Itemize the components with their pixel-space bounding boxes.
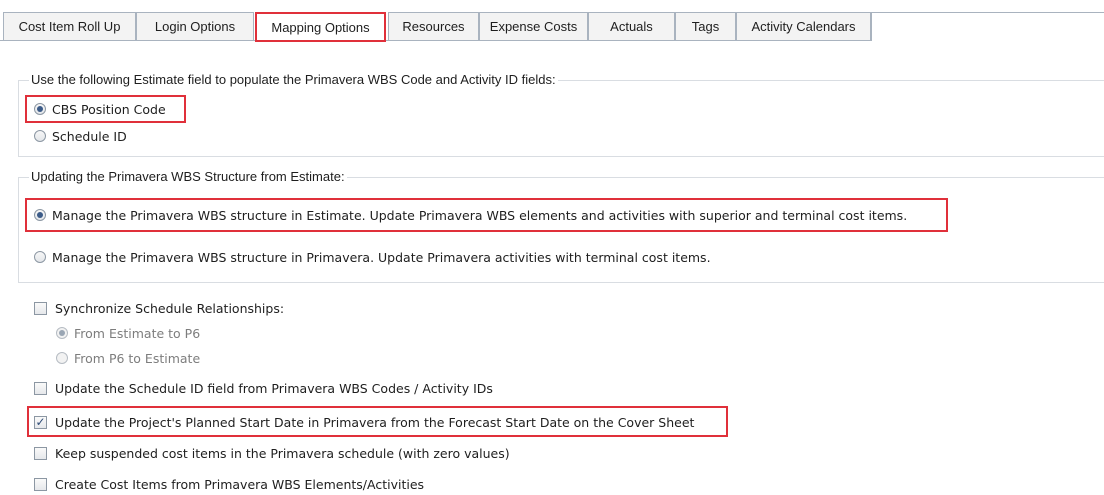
checkbox-unchecked-icon[interactable] (34, 381, 47, 395)
radio-label: Manage the Primavera WBS structure in Es… (52, 207, 908, 223)
radio-label: From Estimate to P6 (74, 325, 201, 341)
tab-activity-calendars[interactable]: Activity Calendars (736, 12, 871, 40)
wbs-structure-group: Updating the Primavera WBS Structure fro… (18, 169, 1104, 283)
checkbox-label: Keep suspended cost items in the Primave… (55, 445, 510, 461)
radio-unselected-icon[interactable] (34, 130, 46, 142)
wbs-structure-legend: Updating the Primavera WBS Structure fro… (29, 169, 347, 184)
radio-unselected-icon[interactable] (56, 352, 68, 364)
tab-label: Activity Calendars (751, 19, 856, 34)
checkbox-unchecked-icon[interactable] (34, 477, 47, 491)
radio-unselected-icon[interactable] (34, 251, 46, 263)
radio-label: CBS Position Code (52, 101, 166, 117)
checkbox-label: Create Cost Items from Primavera WBS Ele… (55, 476, 425, 492)
tab-actuals[interactable]: Actuals (588, 12, 675, 40)
radio-schedule-id[interactable]: Schedule ID (34, 126, 127, 146)
radio-label: Manage the Primavera WBS structure in Pr… (52, 249, 711, 265)
tab-label: Cost Item Roll Up (18, 19, 121, 34)
tab-label: Mapping Options (271, 19, 370, 35)
tab-label: Expense Costs (489, 19, 578, 34)
radio-selected-icon[interactable] (56, 327, 68, 339)
tab-resources[interactable]: Resources (388, 12, 479, 40)
radio-cbs-position-code[interactable]: CBS Position Code (34, 99, 166, 119)
radio-selected-icon[interactable] (34, 209, 46, 221)
checkbox-update-planned-start[interactable]: ✓ Update the Project's Planned Start Dat… (34, 412, 694, 432)
checkbox-label: Synchronize Schedule Relationships: (55, 300, 285, 316)
tab-label: Login Options (154, 19, 236, 34)
tab-mapping-options[interactable]: Mapping Options (255, 12, 386, 42)
estimate-field-group: Use the following Estimate field to popu… (18, 72, 1104, 157)
estimate-field-legend: Use the following Estimate field to popu… (29, 72, 558, 87)
checkbox-label: Update the Project's Planned Start Date … (55, 414, 695, 430)
tab-bar: Cost Item Roll Up Login Options Mapping … (0, 0, 1104, 42)
radio-manage-in-primavera[interactable]: Manage the Primavera WBS structure in Pr… (34, 247, 711, 267)
checkbox-update-schedule-id[interactable]: Update the Schedule ID field from Primav… (34, 378, 493, 398)
radio-label: Schedule ID (52, 128, 127, 144)
tab-label: Tags (691, 19, 720, 34)
radio-label: From P6 to Estimate (74, 350, 201, 366)
checkbox-sync-relationships[interactable]: Synchronize Schedule Relationships: (34, 298, 284, 318)
tab-cost-item-roll-up[interactable]: Cost Item Roll Up (3, 12, 136, 40)
radio-estimate-to-p6[interactable]: From Estimate to P6 (56, 323, 200, 343)
checkbox-unchecked-icon[interactable] (34, 446, 47, 460)
radio-selected-icon[interactable] (34, 103, 46, 115)
checkbox-create-cost-items[interactable]: Create Cost Items from Primavera WBS Ele… (34, 474, 424, 494)
tab-label: Resources (402, 19, 465, 34)
tab-expense-costs[interactable]: Expense Costs (479, 12, 588, 40)
tab-login-options[interactable]: Login Options (136, 12, 254, 40)
tab-strip-filler (871, 12, 1104, 41)
checkbox-checked-icon[interactable]: ✓ (34, 415, 47, 429)
radio-manage-in-estimate[interactable]: Manage the Primavera WBS structure in Es… (34, 205, 907, 225)
radio-p6-to-estimate[interactable]: From P6 to Estimate (56, 348, 200, 368)
checkbox-label: Update the Schedule ID field from Primav… (55, 380, 493, 396)
tab-tags[interactable]: Tags (675, 12, 736, 40)
tab-label: Actuals (610, 19, 653, 34)
checkbox-unchecked-icon[interactable] (34, 301, 47, 315)
checkbox-keep-suspended[interactable]: Keep suspended cost items in the Primave… (34, 443, 510, 463)
